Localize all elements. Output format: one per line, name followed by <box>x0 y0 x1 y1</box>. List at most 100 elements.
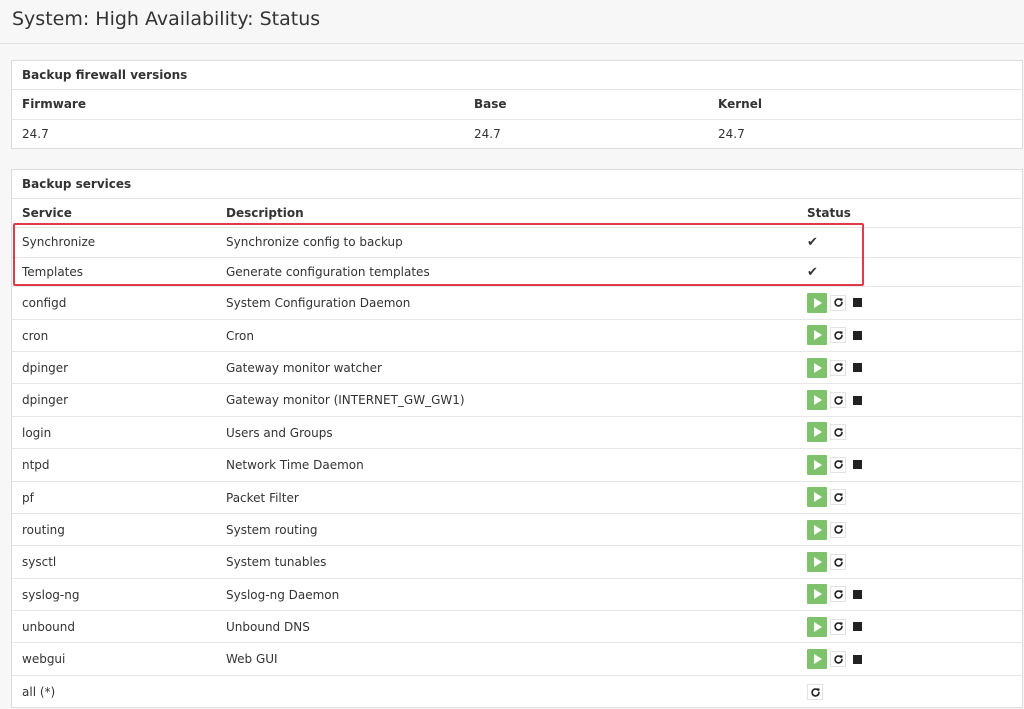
service-row: dpinger Gateway monitor watcher <box>12 352 1022 385</box>
service-name: pf <box>22 490 34 505</box>
service-description: Unbound DNS <box>226 620 310 635</box>
refresh-icon[interactable] <box>830 294 846 311</box>
versions-header-row: Firmware Base Kernel <box>12 90 1022 120</box>
service-name: routing <box>22 522 65 537</box>
service-row: sysctl System tunables <box>12 546 1022 579</box>
service-row: Templates Generate configuration template… <box>12 258 1022 288</box>
stop-icon[interactable] <box>849 327 865 344</box>
service-description: Network Time Daemon <box>226 458 364 473</box>
service-row: webgui Web GUI <box>12 643 1022 676</box>
service-header: Service <box>22 206 72 220</box>
service-status-controls <box>807 449 865 480</box>
services-panel-title-row: Backup services <box>12 170 1022 199</box>
refresh-icon[interactable] <box>830 618 846 635</box>
service-status-controls <box>807 417 846 448</box>
kernel-value: 24.7 <box>718 127 745 141</box>
service-status-controls <box>807 384 865 415</box>
service-row: pf Packet Filter <box>12 482 1022 514</box>
services-header-row: Service Description Status <box>12 199 1022 228</box>
service-row: login Users and Groups <box>12 417 1022 450</box>
service-name: webgui <box>22 652 66 667</box>
service-name: unbound <box>22 620 75 635</box>
service-status-controls <box>807 676 823 708</box>
service-description: Cron <box>226 328 254 343</box>
stop-icon[interactable] <box>849 456 865 473</box>
stop-icon[interactable] <box>849 586 865 603</box>
refresh-icon[interactable] <box>830 489 846 506</box>
page-header: System: High Availability: Status <box>0 0 1024 44</box>
service-status-controls <box>807 352 865 383</box>
service-status-controls <box>807 482 846 513</box>
base-value: 24.7 <box>474 127 501 141</box>
service-status-controls <box>807 611 865 642</box>
service-name: sysctl <box>22 555 57 570</box>
service-name: ntpd <box>22 458 50 473</box>
service-name: cron <box>22 328 49 343</box>
play-icon[interactable] <box>807 552 827 572</box>
service-description: System Configuration Daemon <box>226 296 411 311</box>
service-name: all (*) <box>22 684 56 699</box>
play-icon[interactable] <box>807 390 827 411</box>
service-status-controls <box>807 514 846 545</box>
play-icon[interactable] <box>807 584 827 605</box>
check-icon: ✔ <box>807 264 818 280</box>
refresh-icon[interactable] <box>807 684 823 701</box>
service-status-controls <box>807 643 865 674</box>
service-row: cron Cron <box>12 320 1022 352</box>
page-title: System: High Availability: Status <box>12 8 321 30</box>
description-header: Description <box>226 206 304 220</box>
service-row: ntpd Network Time Daemon <box>12 449 1022 482</box>
firmware-header: Firmware <box>22 97 86 111</box>
service-row: Synchronize Synchronize config to backup ✔ <box>12 228 1022 258</box>
play-icon[interactable] <box>807 616 827 637</box>
refresh-icon[interactable] <box>830 392 846 409</box>
service-row: unbound Unbound DNS <box>12 611 1022 644</box>
play-icon[interactable] <box>807 325 827 346</box>
kernel-header: Kernel <box>718 97 762 111</box>
service-name: dpinger <box>22 360 69 375</box>
status-header: Status <box>807 206 851 220</box>
base-header: Base <box>474 97 507 111</box>
stop-icon[interactable] <box>849 618 865 635</box>
service-name: dpinger <box>22 393 69 408</box>
stop-icon[interactable] <box>849 359 865 376</box>
service-name: configd <box>22 296 67 311</box>
refresh-icon[interactable] <box>830 651 846 668</box>
refresh-icon[interactable] <box>830 359 846 376</box>
service-status-controls <box>807 287 865 318</box>
service-description: Users and Groups <box>226 425 333 440</box>
refresh-icon[interactable] <box>830 586 846 603</box>
service-row: syslog-ng Syslog-ng Daemon <box>12 579 1022 612</box>
refresh-icon[interactable] <box>830 554 846 570</box>
service-description: Packet Filter <box>226 490 299 505</box>
stop-icon[interactable] <box>849 392 865 409</box>
service-row: routing System routing <box>12 514 1022 547</box>
play-icon[interactable] <box>807 454 827 475</box>
stop-icon[interactable] <box>849 651 865 668</box>
service-row: all (*) <box>12 676 1022 708</box>
refresh-icon[interactable] <box>830 424 846 441</box>
refresh-icon[interactable] <box>830 327 846 344</box>
service-description: Gateway monitor (INTERNET_GW_GW1) <box>226 393 465 408</box>
versions-panel: Backup firewall versions Firmware Base K… <box>11 60 1023 149</box>
services-table-body: Synchronize Synchronize config to backup ✔… <box>12 228 1022 708</box>
play-icon[interactable] <box>807 357 827 378</box>
play-icon[interactable] <box>807 422 827 443</box>
services-panel: Backup services Service Description Stat… <box>11 169 1023 708</box>
service-description: System routing <box>226 522 318 537</box>
check-icon: ✔ <box>807 235 818 250</box>
service-description: Gateway monitor watcher <box>226 360 382 375</box>
service-row: configd System Configuration Daemon <box>12 287 1022 320</box>
services-panel-title: Backup services <box>22 177 132 191</box>
play-icon[interactable] <box>807 292 827 313</box>
play-icon[interactable] <box>807 487 827 508</box>
play-icon[interactable] <box>807 519 827 540</box>
service-description: Syslog-ng Daemon <box>226 587 340 602</box>
stop-icon[interactable] <box>849 294 865 311</box>
play-icon[interactable] <box>807 649 827 670</box>
refresh-icon[interactable] <box>830 456 846 473</box>
service-name: Synchronize <box>22 235 96 249</box>
service-description: System tunables <box>226 555 327 570</box>
refresh-icon[interactable] <box>830 521 846 538</box>
service-status-controls <box>807 579 865 610</box>
